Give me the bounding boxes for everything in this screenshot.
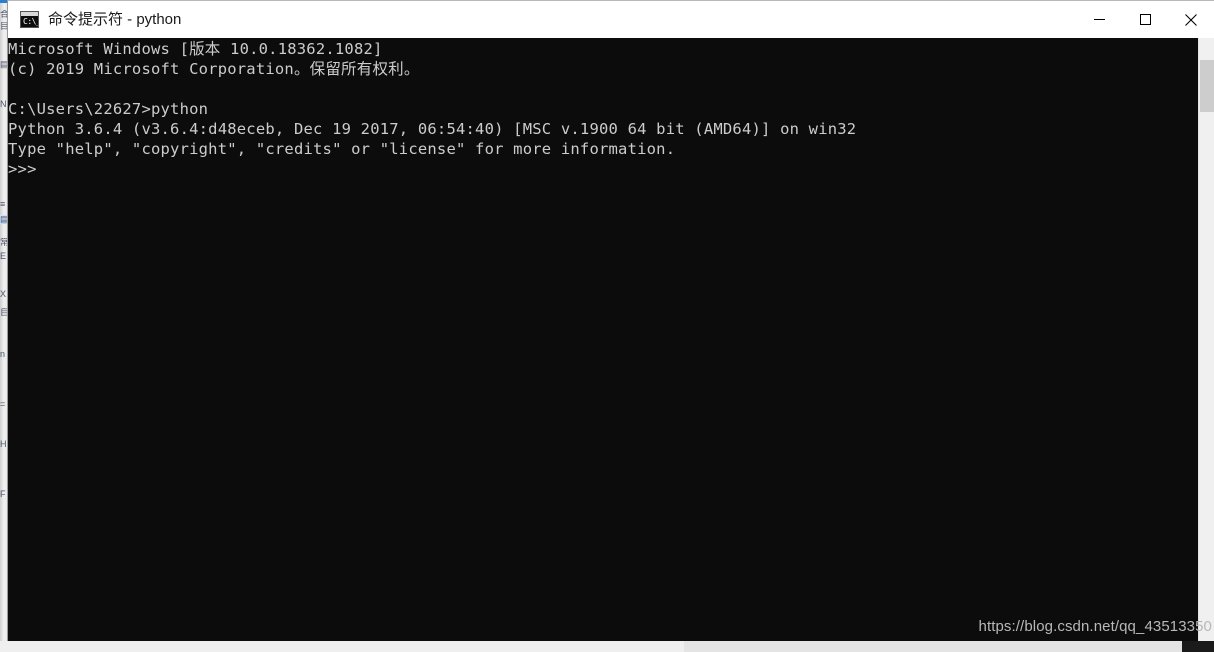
window-titlebar[interactable]: C:\_ 命令提示符 - python	[8, 0, 1214, 38]
maximize-button[interactable]	[1122, 1, 1168, 38]
desktop-strip	[0, 641, 1214, 652]
desktop-background: 合 目 ▤ N ≡ ▤ 常 E X 自 n = H F C:\_ 命令提示符 -…	[0, 0, 1214, 652]
minimize-icon	[1093, 19, 1105, 20]
close-icon	[1185, 13, 1197, 26]
desktop-strip-right	[1182, 641, 1214, 652]
desktop-strip-left	[0, 641, 684, 652]
cmd-icon: C:\_	[20, 11, 39, 28]
console-output-area[interactable]: Microsoft Windows [版本 10.0.18362.1082] (…	[8, 38, 1214, 641]
console-text: Microsoft Windows [版本 10.0.18362.1082] (…	[8, 40, 857, 178]
console-scrollbar-thumb[interactable]	[1200, 60, 1214, 112]
maximize-icon	[1139, 14, 1151, 25]
minimize-button[interactable]	[1076, 1, 1122, 38]
cmd-icon-text: C:\_	[23, 17, 39, 26]
cmd-icon-titlebar	[21, 12, 38, 16]
window-title: 命令提示符 - python	[48, 11, 182, 28]
watermark-text: https://blog.csdn.net/qq_43513350	[978, 618, 1212, 635]
command-prompt-window[interactable]: C:\_ 命令提示符 - python Microsoft Windows [版…	[8, 0, 1214, 641]
desktop-strip-mid	[684, 641, 1182, 652]
console-scrollbar[interactable]	[1198, 38, 1214, 641]
close-button[interactable]	[1168, 1, 1214, 38]
